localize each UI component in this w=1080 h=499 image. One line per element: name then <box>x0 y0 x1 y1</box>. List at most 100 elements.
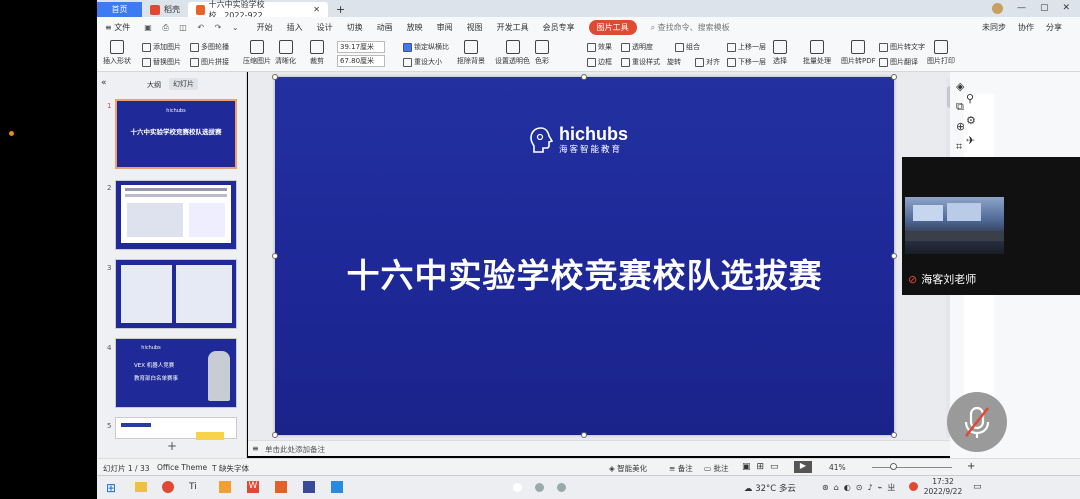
crop-icon[interactable]: ⌗ <box>956 140 962 154</box>
menu-item[interactable]: 插入 <box>287 22 303 33</box>
menu-item[interactable]: 设计 <box>317 22 333 33</box>
collab-button[interactable]: 协作 <box>1018 22 1034 33</box>
meeting-icon[interactable] <box>331 481 343 493</box>
minimize-icon[interactable]: — <box>1017 3 1026 14</box>
notes-bar[interactable]: ≡ 单击此处添加备注 <box>248 440 950 456</box>
batch-button[interactable]: 批量处理 <box>803 40 831 66</box>
pic-print-button[interactable]: 图片打印 <box>927 40 955 66</box>
share-button[interactable]: 分享 <box>1046 22 1062 33</box>
menu-item[interactable]: 切换 <box>347 22 363 33</box>
tab-picture-tools[interactable]: 图片工具 <box>588 20 637 35</box>
close-icon[interactable]: ✕ <box>313 5 320 14</box>
new-tab-button[interactable]: + <box>328 2 353 17</box>
app-icon[interactable] <box>303 481 315 493</box>
select-button[interactable]: 选择 <box>773 40 787 66</box>
slide-thumb-2[interactable] <box>115 180 237 250</box>
tab-slides[interactable]: 幻灯片 <box>169 78 198 90</box>
multi-carousel-button[interactable]: 多图轮播 <box>190 42 229 52</box>
zoom-in-button[interactable]: + <box>967 461 975 472</box>
tray-icons[interactable]: ⊛⌂◐⊙♪⌁ㄓ <box>822 482 900 493</box>
page-dot[interactable] <box>513 483 522 492</box>
insert-shape-button[interactable]: 插入形状 <box>103 40 131 66</box>
border-button[interactable]: 边框 <box>587 57 612 67</box>
pic-to-pdf-button[interactable]: 图片转PDF <box>841 40 876 66</box>
resize-handle[interactable] <box>891 253 897 259</box>
transparency-button[interactable]: 透明度 <box>621 42 653 52</box>
effect-button[interactable]: 效果 <box>587 42 612 52</box>
resize-handle[interactable] <box>891 74 897 80</box>
crop-button[interactable]: 裁剪 <box>310 40 324 66</box>
slide-thumb-3[interactable] <box>115 259 237 329</box>
tab-document[interactable]: 十六中实验学校校...2022-922 ✕ <box>188 0 328 20</box>
down-layer-button[interactable]: 下移一层 <box>727 57 766 67</box>
pin-icon[interactable]: ✈ <box>966 134 975 147</box>
stack-icon[interactable]: ⧉ <box>956 100 964 114</box>
close-window-icon[interactable]: ✕ <box>1062 3 1070 14</box>
reset-style-button[interactable]: 重设样式 <box>621 57 660 67</box>
combine-button[interactable]: 组合 <box>675 42 700 52</box>
transparent-color-button[interactable]: 设置透明色 <box>495 40 530 66</box>
slide-thumb-4[interactable]: hichubs VEX 机器人竞赛 教育部白名单赛事 <box>115 338 237 408</box>
clarity-button[interactable]: 清晰化 <box>275 40 296 66</box>
menu-item[interactable]: 动画 <box>377 22 393 33</box>
layers-icon[interactable]: ◈ <box>956 80 964 93</box>
brush-icon[interactable]: ⚲ <box>966 92 974 105</box>
tab-docer[interactable]: 稻壳 <box>142 2 188 17</box>
view-icons[interactable]: ▣⊞▭ <box>742 462 785 472</box>
maximize-icon[interactable]: ▢ <box>1040 3 1049 14</box>
slide-thumb-1[interactable]: hichubs 十六中实验学校竞赛校队选拔赛 <box>115 99 237 169</box>
menu-file[interactable]: ≡ 文件 <box>105 22 130 33</box>
collapse-icon[interactable]: « <box>101 78 107 88</box>
ppt-icon[interactable] <box>275 481 287 493</box>
slide-thumb-5[interactable] <box>115 417 237 440</box>
resize-handle[interactable] <box>272 253 278 259</box>
smart-beautify-button[interactable]: ◈ 智能美化 <box>609 463 647 474</box>
tab-outline[interactable]: 大纲 <box>147 80 161 90</box>
chrome-icon[interactable] <box>162 481 174 493</box>
resize-handle[interactable] <box>272 74 278 80</box>
missing-font-button[interactable]: T 缺失字体 <box>212 463 249 474</box>
menu-item[interactable]: 视图 <box>467 22 483 33</box>
align-button[interactable]: 对齐 <box>695 57 720 67</box>
add-slide-button[interactable]: + <box>167 439 177 453</box>
resize-handle[interactable] <box>581 74 587 80</box>
notes-toggle-button[interactable]: ≡ 备注 <box>669 463 693 474</box>
wps-icon[interactable]: W <box>247 481 259 493</box>
menu-item[interactable]: 开始 <box>257 22 273 33</box>
slide[interactable]: hichubs 海客智能教育 十六中实验学校竞赛校队选拔赛 <box>272 74 897 438</box>
notification-center-icon[interactable]: ▭ <box>973 482 982 492</box>
remove-bg-button[interactable]: 抠除背景 <box>457 40 485 66</box>
search-box[interactable]: ⌕ 查找命令、搜索模板 <box>651 22 730 33</box>
up-layer-button[interactable]: 上移一层 <box>727 42 766 52</box>
settings-icon[interactable]: ⚙ <box>966 114 976 127</box>
rotate-button[interactable]: 旋转 <box>667 57 681 67</box>
menu-item[interactable]: 会员专享 <box>543 22 575 33</box>
color-button[interactable]: 色彩 <box>535 40 549 66</box>
app-icon[interactable]: Ti <box>189 482 197 492</box>
height-field[interactable]: 67.80厘米 <box>337 55 385 67</box>
resize-handle[interactable] <box>891 432 897 438</box>
mic-toggle-button[interactable] <box>947 392 1007 452</box>
zoom-slider[interactable] <box>872 467 952 468</box>
windows-start-icon[interactable]: ⊞ <box>106 481 116 495</box>
replace-picture-button[interactable]: 替换图片 <box>142 57 181 67</box>
sync-status[interactable]: 未同步 <box>982 22 1006 33</box>
lock-ratio-checkbox[interactable]: 锁定纵横比 <box>403 42 449 52</box>
width-field[interactable]: 39.17厘米 <box>337 41 385 53</box>
app-icon[interactable] <box>219 481 231 493</box>
resize-handle[interactable] <box>272 432 278 438</box>
compress-button[interactable]: 压缩图片 <box>243 40 271 66</box>
zoom-slider-thumb[interactable] <box>890 463 897 470</box>
page-dot[interactable] <box>535 483 544 492</box>
add-picture-button[interactable]: 添加图片 <box>142 42 181 52</box>
file-explorer-icon[interactable] <box>135 482 147 492</box>
menu-item[interactable]: 审阅 <box>437 22 453 33</box>
tab-home[interactable]: 首页 <box>97 2 142 17</box>
weather[interactable]: ☁ 32°C 多云 <box>744 482 796 494</box>
menu-item[interactable]: 开发工具 <box>497 22 529 33</box>
pic-translate-button[interactable]: 图片翻译 <box>879 57 918 67</box>
pic-to-text-button[interactable]: 图片转文字 <box>879 42 925 52</box>
resize-handle[interactable] <box>581 432 587 438</box>
avatar[interactable] <box>991 3 1003 14</box>
menu-item[interactable]: 放映 <box>407 22 423 33</box>
